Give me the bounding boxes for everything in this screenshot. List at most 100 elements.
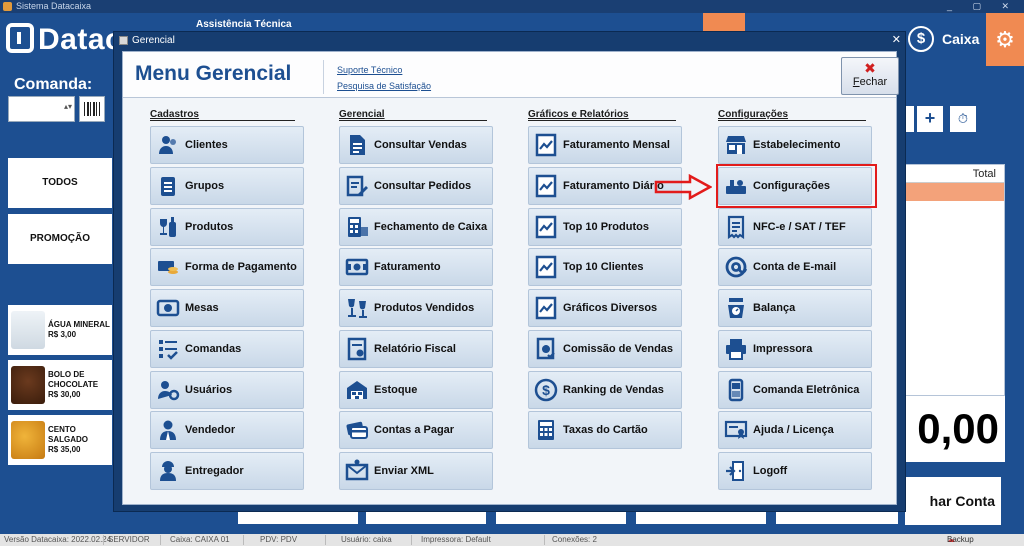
table-row-selected[interactable]	[906, 183, 1004, 201]
line-chart-icon	[529, 167, 563, 205]
table-plate-icon	[151, 289, 185, 327]
category-promocao[interactable]: PROMOÇÃO	[8, 214, 112, 264]
menu-button-ajuda-licen-a[interactable]: Ajuda / Licença	[718, 411, 872, 449]
datacaixa-logo: Datac	[6, 23, 122, 57]
menu-button-contas-a-pagar[interactable]: Contas a Pagar	[339, 411, 493, 449]
bottom-button[interactable]	[636, 512, 766, 524]
bottom-button[interactable]	[776, 512, 898, 524]
menu-button-label: Conta de E-mail	[753, 261, 837, 273]
bottom-button[interactable]	[496, 512, 626, 524]
menu-button-faturamento[interactable]: Faturamento	[339, 248, 493, 286]
menu-button-label: Gráficos Diversos	[563, 302, 658, 314]
menu-button-produtos[interactable]: Produtos	[150, 208, 304, 246]
menu-button-estoque[interactable]: Estoque	[339, 371, 493, 409]
menu-button-label: Ranking de Vendas	[563, 384, 664, 396]
seller-icon	[151, 411, 185, 449]
fechar-button[interactable]: ✖ Fechar	[841, 57, 899, 95]
line-chart-icon	[529, 248, 563, 286]
barcode-button[interactable]	[79, 96, 105, 122]
menu-button-clientes[interactable]: Clientes	[150, 126, 304, 164]
comanda-input[interactable]: ▴▾	[8, 96, 75, 122]
menu-button-faturamento-mensal[interactable]: Faturamento Mensal	[528, 126, 682, 164]
menu-button-label: Estabelecimento	[753, 139, 841, 151]
close-account-button[interactable]: har Conta	[905, 477, 1001, 525]
menu-button-label: NFC-e / SAT / TEF	[753, 221, 846, 233]
menu-button-label: Produtos	[185, 221, 234, 233]
status-caixa: Caixa: CAIXA 01	[170, 535, 230, 544]
add-button[interactable]: +	[917, 106, 943, 132]
pesquisa-satisfacao-link[interactable]: Pesquisa de Satisfação	[337, 81, 431, 91]
menu-button-top-10-clientes[interactable]: Top 10 Clientes	[528, 248, 682, 286]
menu-button-top-10-produtos[interactable]: Top 10 Produtos	[528, 208, 682, 246]
orders-table[interactable]: Total	[905, 164, 1005, 396]
menu-button-produtos-vendidos[interactable]: Produtos Vendidos	[339, 289, 493, 327]
assistencia-tecnica-link[interactable]: Assistência Técnica	[196, 19, 292, 30]
svg-text:$: $	[542, 382, 550, 398]
calculator-icon	[529, 411, 563, 449]
dialog-close-icon[interactable]: ✕	[892, 32, 901, 49]
menu-button-relat-rio-fiscal[interactable]: Relatório Fiscal	[339, 330, 493, 368]
top-orange-tab[interactable]	[703, 13, 745, 33]
menu-button-balan-a[interactable]: Balança	[718, 289, 872, 327]
water-bottle-image	[11, 311, 45, 349]
menu-button-fechamento-de-caixa[interactable]: Fechamento de Caixa	[339, 208, 493, 246]
product-card[interactable]: CENTO SALGADO R$ 35,00	[8, 415, 112, 465]
menu-button-nfc-e-sat-tef[interactable]: NFC-e / SAT / TEF	[718, 208, 872, 246]
menu-button-ranking-de-vendas[interactable]: $ Ranking de Vendas	[528, 371, 682, 409]
menu-button-impressora[interactable]: Impressora	[718, 330, 872, 368]
menu-button-label: Top 10 Clientes	[563, 261, 644, 273]
bottom-button[interactable]	[366, 512, 486, 524]
category-todos[interactable]: TODOS	[8, 158, 112, 208]
menu-button-label: Comissão de Vendas	[563, 343, 674, 355]
dollar-circle-icon: $	[529, 371, 563, 409]
menu-button-label: Grupos	[185, 180, 225, 192]
menu-button-label: Consultar Vendas	[374, 139, 467, 151]
menu-button-forma-de-pagamento[interactable]: Forma de Pagamento	[150, 248, 304, 286]
caixa-label: Caixa	[942, 31, 980, 47]
checklist-icon	[151, 330, 185, 368]
timer-button[interactable]: ⏱	[950, 106, 976, 132]
red-arrow-annotation	[654, 174, 712, 200]
menu-button-usu-rios[interactable]: Usuários	[150, 371, 304, 409]
spinner-icon[interactable]: ▴▾	[64, 102, 72, 111]
gear-icon: ⚙	[995, 27, 1015, 52]
logo-mark-icon	[6, 23, 34, 53]
app-title: Sistema Datacaixa	[16, 1, 92, 11]
calculator-money-icon	[340, 208, 374, 246]
menu-button-label: Faturamento Diário	[563, 180, 664, 192]
menu-button-label: Balança	[753, 302, 796, 314]
suporte-tecnico-link[interactable]: Suporte Técnico	[337, 65, 402, 75]
caixa-indicator[interactable]: $ Caixa	[908, 26, 979, 52]
menu-button-entregador[interactable]: Entregador	[150, 452, 304, 490]
status-version: Versão Datacaixa: 2022.02.24	[4, 535, 112, 544]
product-card[interactable]: BOLO DE CHOCOLATE R$ 30,00	[8, 360, 112, 410]
menu-button-logoff[interactable]: Logoff	[718, 452, 872, 490]
menu-button-consultar-vendas[interactable]: Consultar Vendas	[339, 126, 493, 164]
right-edge-button[interactable]	[905, 106, 914, 132]
product-card[interactable]: ÁGUA MINERAL R$ 3,00	[8, 305, 112, 355]
menu-button-consultar-pedidos[interactable]: Consultar Pedidos	[339, 167, 493, 205]
menu-button-mesas[interactable]: Mesas	[150, 289, 304, 327]
cards-icon	[340, 411, 374, 449]
bottom-button[interactable]	[238, 512, 358, 524]
commission-icon	[529, 330, 563, 368]
menu-button-gr-ficos-diversos[interactable]: Gráficos Diversos	[528, 289, 682, 327]
menu-button-taxas-do-cart-o[interactable]: Taxas do Cartão	[528, 411, 682, 449]
menu-button-comanda-eletr-nica[interactable]: Comanda Eletrônica	[718, 371, 872, 409]
document-icon	[340, 126, 374, 164]
menu-button-estabelecimento[interactable]: Estabelecimento	[718, 126, 872, 164]
menu-button-vendedor[interactable]: Vendedor	[150, 411, 304, 449]
menu-button-label: Impressora	[753, 343, 813, 355]
menu-button-enviar-xml[interactable]: Enviar XML	[339, 452, 493, 490]
menu-button-comandas[interactable]: Comandas	[150, 330, 304, 368]
chocolate-cake-image	[11, 366, 45, 404]
settings-gear-button[interactable]: ⚙	[986, 13, 1024, 66]
menu-button-grupos[interactable]: Grupos	[150, 167, 304, 205]
menu-button-label: Comanda Eletrônica	[753, 384, 860, 396]
menu-button-conta-de-e-mail[interactable]: Conta de E-mail	[718, 248, 872, 286]
clipboard-list-icon	[151, 167, 185, 205]
window-controls[interactable]: _ ▢ ✕	[947, 0, 1018, 13]
menu-button-label: Clientes	[185, 139, 228, 151]
menu-button-label: Fechamento de Caixa	[374, 221, 488, 233]
menu-button-comiss-o-de-vendas[interactable]: Comissão de Vendas	[528, 330, 682, 368]
